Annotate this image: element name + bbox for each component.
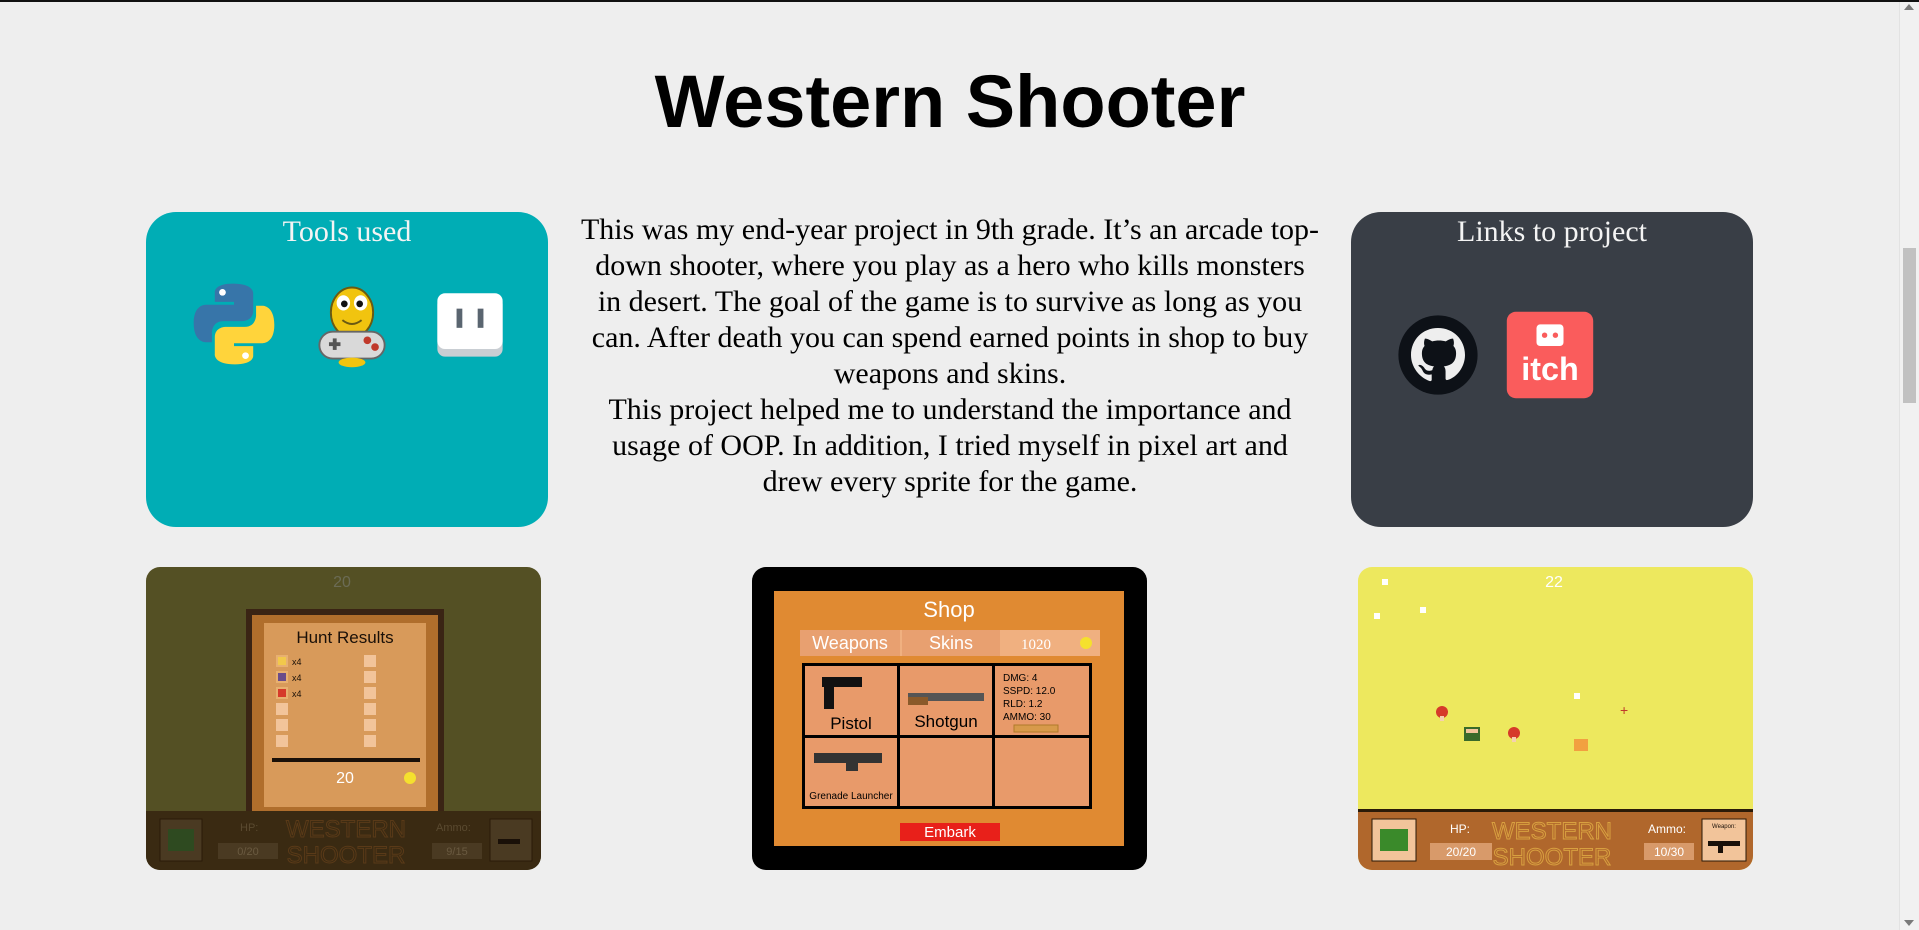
tools-icon-row (186, 276, 518, 372)
gameplay-hp-value: 20/20 (1446, 845, 1476, 859)
shop-stat-ammo: AMMO: 30 (1003, 712, 1051, 723)
hunt-ammo-value: 9/15 (446, 846, 467, 858)
shop-item-pistol[interactable]: Pistol (830, 714, 872, 733)
gameplay-ammo-label: Ammo: (1648, 822, 1686, 836)
python-icon (193, 283, 275, 365)
screenshot-shop[interactable]: Shop Weapons Skins 1020 Pistol Shotgun D… (752, 567, 1147, 870)
hunt-logo-line1: WESTERN (286, 816, 406, 843)
tools-used-card: Tools used (146, 212, 548, 527)
itch-icon[interactable]: itch (1505, 310, 1595, 400)
hunt-top-score: 20 (333, 574, 351, 591)
github-icon[interactable] (1393, 310, 1483, 400)
shop-item-grenade-launcher[interactable]: Grenade Launcher (809, 791, 893, 802)
shop-tab-skins[interactable]: Skins (929, 633, 973, 653)
links-card: Links to project itch (1351, 212, 1753, 527)
page-title: Western Shooter (654, 60, 1246, 143)
shop-stat-sspd: SSPD: 12.0 (1003, 686, 1056, 697)
pygame-icon (318, 286, 386, 368)
shop-embark-button[interactable]: Embark (924, 824, 976, 841)
scroll-up-icon[interactable] (1904, 4, 1914, 10)
hunt-results-title: Hunt Results (296, 628, 393, 647)
screenshot-gameplay[interactable]: 22 + HP: 20/20 WESTERN SHOOTER Ammo: 10/… (1358, 567, 1753, 870)
hunt-count-1: x4 (292, 657, 302, 667)
description-paragraph-1: This was my end-year project in 9th grad… (580, 213, 1320, 390)
shop-tab-weapons[interactable]: Weapons (812, 633, 888, 653)
gameplay-logo-line1: WESTERN (1492, 818, 1612, 845)
hunt-total: 20 (336, 770, 354, 787)
shop-coins: 1020 (1021, 637, 1051, 653)
shop-stat-dmg: DMG: 4 (1003, 673, 1038, 684)
shop-title: Shop (923, 597, 974, 622)
hunt-count-2: x4 (292, 673, 302, 683)
screenshot-hunt-results[interactable]: 20 Hunt Results x4 x4 x4 20 HP: 0/20 WES… (146, 567, 541, 870)
hunt-ammo-label: Ammo: (436, 822, 471, 834)
vertical-scrollbar[interactable] (1899, 2, 1919, 930)
pixel-editor-icon (437, 293, 503, 357)
description-paragraph-2: This project helped me to understand the… (608, 393, 1292, 498)
hunt-logo-line2: SHOOTER (287, 842, 406, 869)
hunt-hp-value: 0/20 (237, 846, 258, 858)
itch-label: itch (1521, 351, 1579, 387)
gameplay-logo-line2: SHOOTER (1493, 844, 1612, 870)
hunt-count-3: x4 (292, 689, 302, 699)
gameplay-hp-label: HP: (1450, 822, 1470, 836)
shop-stat-rld: RLD: 1.2 (1003, 699, 1043, 710)
crosshair-icon: + (1620, 702, 1628, 718)
window-top-border (0, 0, 1919, 2)
gameplay-weapon-label: Weapon: (1712, 824, 1736, 830)
gameplay-top-score: 22 (1545, 574, 1563, 591)
links-icon-row: itch (1393, 310, 1595, 400)
scrollbar-thumb[interactable] (1903, 248, 1916, 403)
project-description: This was my end-year project in 9th grad… (580, 212, 1320, 500)
hunt-hp-label: HP: (240, 822, 258, 834)
links-card-title: Links to project (1457, 215, 1647, 248)
gameplay-ammo-value: 10/30 (1654, 845, 1684, 859)
shop-item-shotgun[interactable]: Shotgun (914, 712, 977, 731)
scroll-down-icon[interactable] (1904, 920, 1914, 926)
tools-card-title: Tools used (282, 215, 412, 248)
